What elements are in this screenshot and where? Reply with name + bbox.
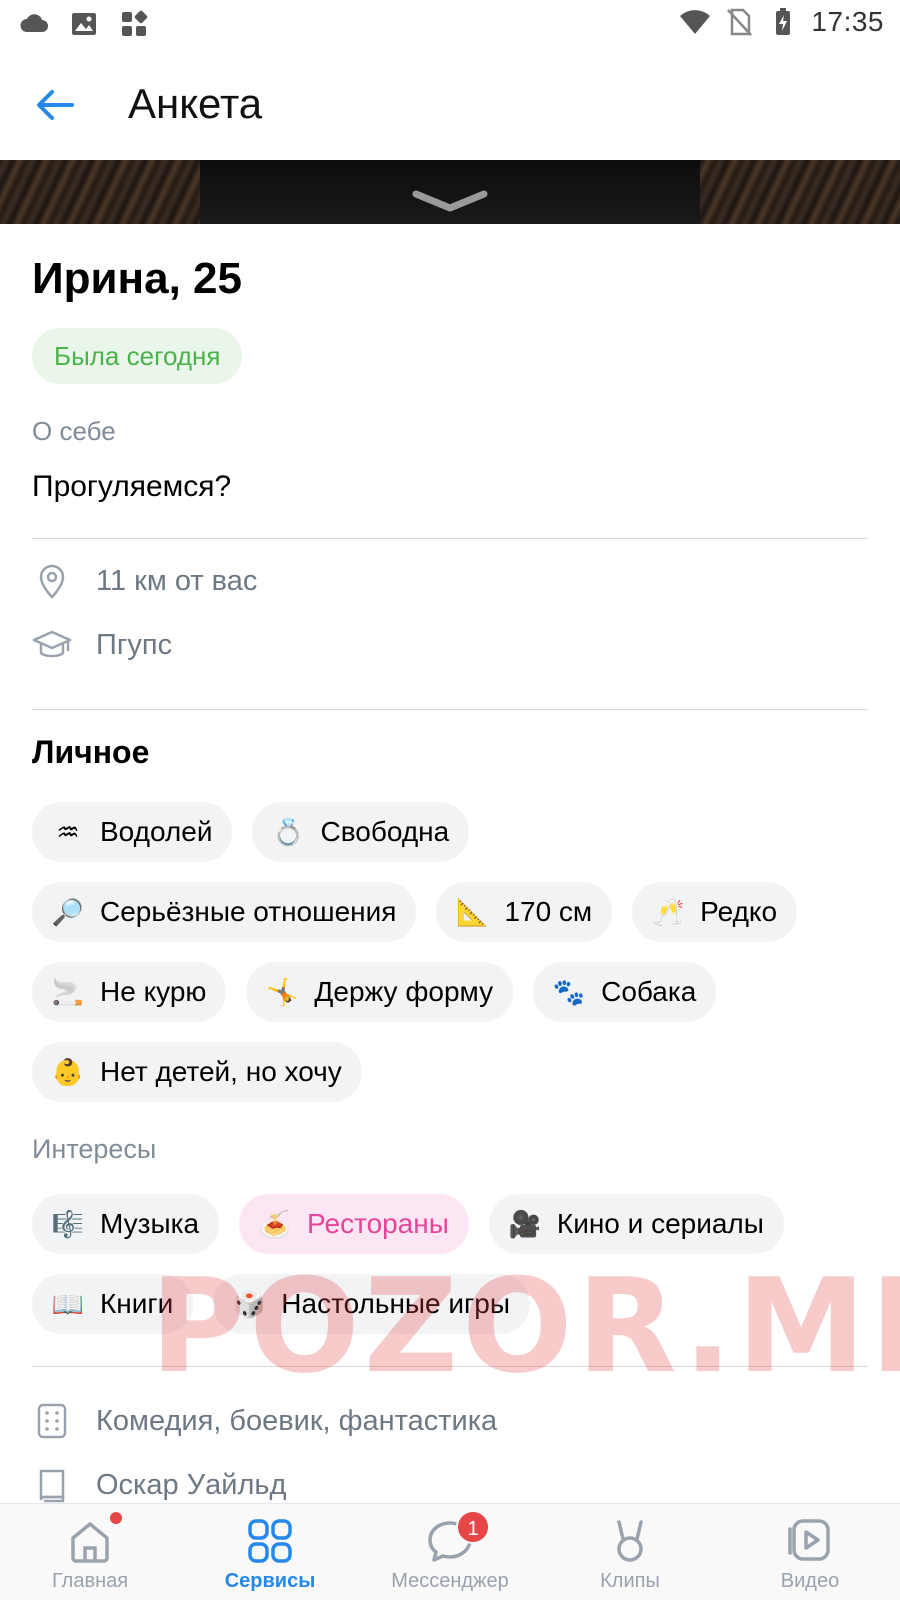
personal-chip[interactable]: 📐 170 см [436,882,613,942]
divider [32,709,868,710]
chip-emoji-icon: 📐 [456,896,489,927]
chip-label: Музыка [100,1208,200,1239]
tab-label: Видео [780,1570,840,1592]
wifi-icon [680,10,711,34]
chip-emoji-icon: 💍 [272,816,305,847]
chip-emoji-icon: 🍝 [258,1208,292,1239]
chip-emoji-icon: 🎲 [233,1288,266,1319]
tab-label: Главная [51,1570,129,1592]
personal-chips: ♒ Водолей 💍 Свободна 🔎 Серьёзные отношения 📐 17… [32,802,872,1102]
personal-chip[interactable]: 🐾 Собака [533,962,717,1022]
distance-row: 11 км от вас [32,556,257,606]
tab-label: Клипы [600,1570,660,1592]
chip-emoji-icon: 🥂 [651,896,685,927]
chip-label: Водолей [100,816,213,847]
interest-chip[interactable]: 🍝 Рестораны [239,1194,469,1254]
location-pin-icon [39,564,65,599]
interest-chip[interactable]: 🎲 Настольные игры [213,1274,530,1334]
distance-text: 11 км от вас [96,564,258,597]
interest-chip[interactable]: 🎥 Кино и сериалы [488,1194,784,1254]
film-icon [37,1403,67,1439]
bottom-tab-bar: Главная Сервисы 1 Мессенджер Клипы Видео [0,1503,900,1600]
tab-clips[interactable]: Клипы [540,1504,720,1600]
interests-label: Интересы [32,1134,157,1164]
services-icon [248,1519,292,1563]
education-text: Пгупс [96,628,173,661]
about-label: О себе [32,416,116,446]
education-row: Пгупс [32,620,172,670]
interest-chip[interactable]: 🎼 Музыка [32,1194,220,1254]
personal-section-title: Личное [32,734,150,770]
chip-emoji-icon: 🎥 [508,1208,542,1239]
chip-label: Рестораны [307,1208,449,1239]
personal-chip[interactable]: 🚬 Не курю [32,962,227,1022]
image-icon [72,13,96,35]
online-status-badge: Была сегодня [32,328,243,384]
chip-emoji-icon: 🤸 [266,976,299,1007]
notification-dot [110,1512,122,1524]
home-icon [71,1522,109,1563]
chip-label: 170 см [504,896,593,927]
status-time: 17:35 [811,6,884,37]
chip-emoji-icon: 🐾 [552,976,586,1007]
tab-home[interactable]: Главная [0,1504,180,1600]
tab-label: Сервисы [224,1570,316,1592]
no-sim-icon [727,8,753,36]
books-text: Оскар Уайльд [96,1468,287,1501]
chip-label: Серьёзные отношения [100,896,397,927]
page-title: Анкета [128,80,263,127]
personal-chip[interactable]: 🔎 Серьёзные отношения [32,882,417,942]
movies-text: Комедия, боевик, фантастика [96,1404,498,1437]
back-arrow-icon[interactable] [30,80,80,130]
chip-label: Держу форму [314,976,494,1007]
chip-label: Не курю [100,976,207,1007]
chip-label: Собака [601,976,697,1007]
chip-emoji-icon: 📖 [51,1288,85,1319]
personal-chip[interactable]: ♒ Водолей [32,802,233,862]
chevron-down-icon[interactable] [410,186,490,216]
movies-row: Комедия, боевик, фантастика [32,1396,497,1446]
chip-label: Настольные игры [281,1288,510,1319]
chip-label: Свободна [320,816,450,847]
interest-chip[interactable]: 📖 Книги [32,1274,194,1334]
status-bar: 17:35 [0,0,900,50]
personal-chip[interactable]: 🥂 Редко [632,882,798,942]
profile-name-age: Ирина, 25 [32,254,242,303]
chip-label: Нет детей, но хочу [100,1056,342,1087]
chip-emoji-icon: 🚬 [51,976,85,1007]
video-icon [788,1519,830,1561]
chip-label: Редко [700,896,778,927]
unread-count-badge: 1 [456,1510,490,1544]
chip-label: Кино и сериалы [556,1208,764,1239]
tab-video[interactable]: Видео [720,1504,900,1600]
battery-charging-icon [776,8,791,35]
interest-chips: 🎼 Музыка 🍝 Рестораны 🎥 Кино и сериалы 📖 Книги 🎲 Н… [32,1194,872,1334]
graduation-cap-icon [32,630,72,658]
chip-emoji-icon: 🎼 [51,1208,85,1239]
divider [32,1366,868,1367]
unread-count: 1 [456,1510,490,1544]
personal-chip[interactable]: 💍 Свободна [252,802,470,862]
personal-chip[interactable]: 👶 Нет детей, но хочу [32,1042,362,1102]
divider [32,538,868,539]
book-icon [39,1469,65,1503]
cloud-icon [20,14,48,32]
tab-label: Мессенджер [391,1570,509,1592]
personal-chip[interactable]: 🤸 Держу форму [246,962,514,1022]
tab-messenger[interactable]: 1 Мессенджер [360,1504,540,1600]
chip-emoji-icon: 🔎 [51,896,85,927]
tab-services[interactable]: Сервисы [180,1504,360,1600]
apps-icon [122,10,148,36]
about-text: Прогуляемся? [32,470,232,503]
chip-label: Книги [100,1288,174,1319]
clips-icon [617,1520,643,1562]
app-header: Анкета [0,60,900,150]
chip-emoji-icon: 👶 [51,1056,85,1087]
chip-emoji-icon: ♒ [56,816,80,847]
